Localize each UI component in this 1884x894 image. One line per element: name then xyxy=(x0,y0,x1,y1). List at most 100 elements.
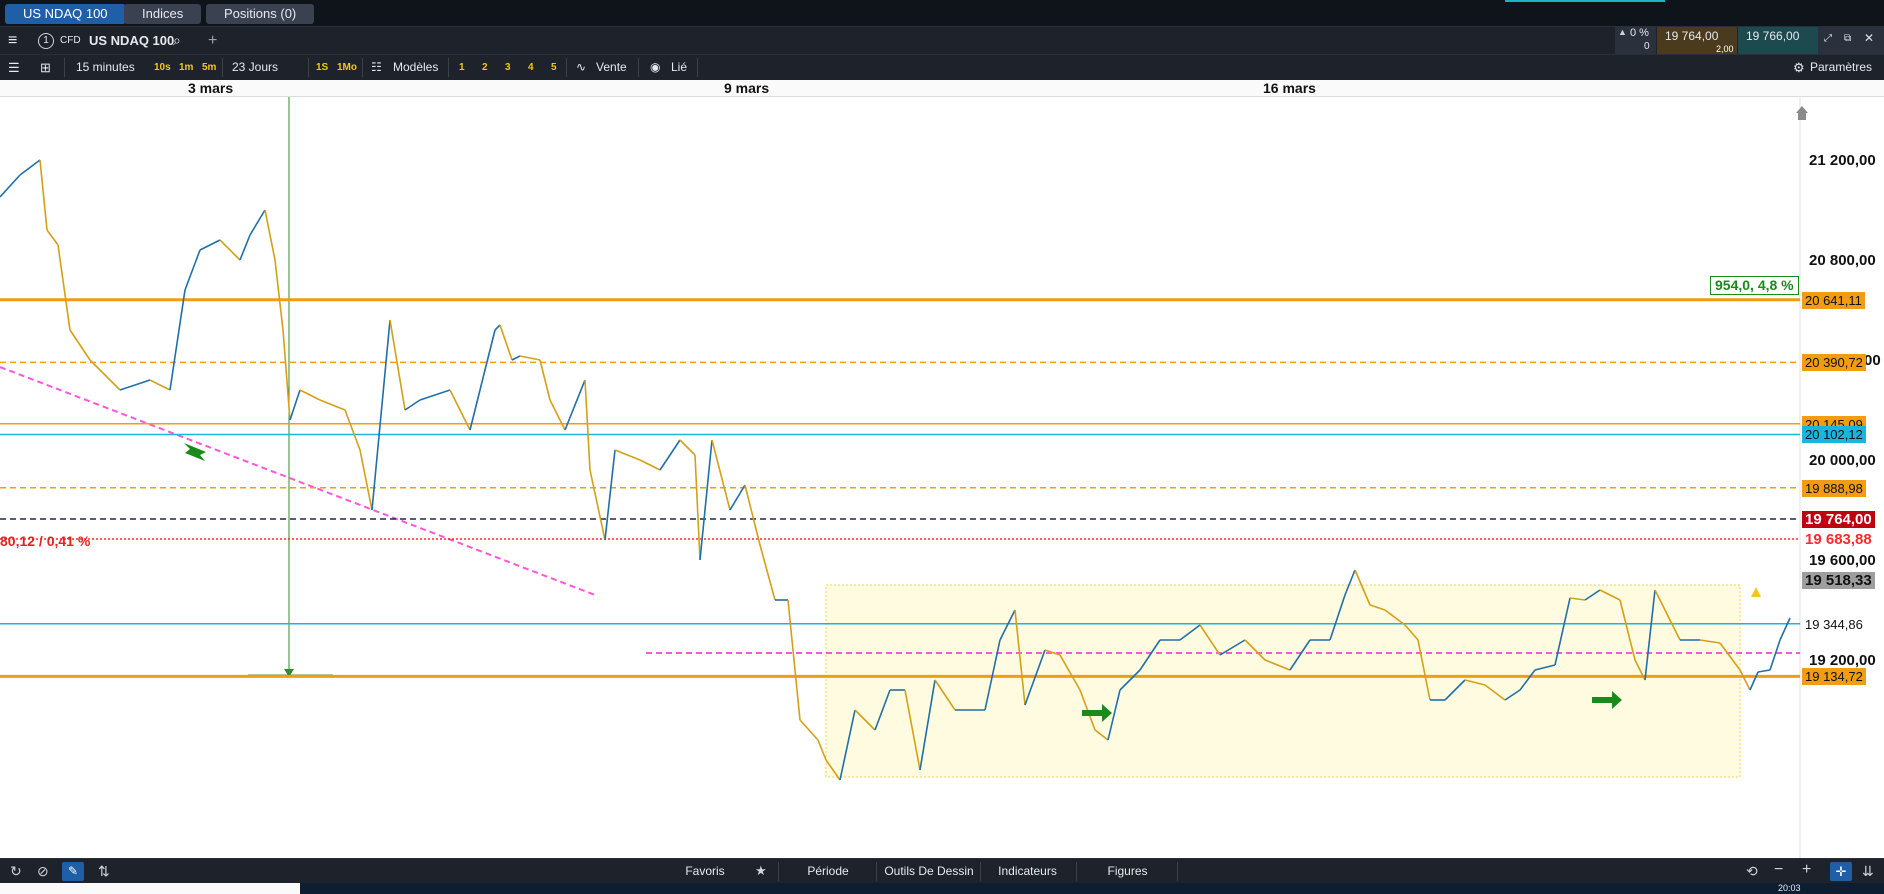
price-segment xyxy=(149,379,171,391)
block-icon[interactable]: ⊘ xyxy=(37,863,49,880)
price-segment xyxy=(549,399,566,431)
settings-button[interactable]: Paramètres xyxy=(1810,55,1872,80)
search-icon[interactable]: ⌕ xyxy=(173,27,181,54)
tab-positions[interactable]: Positions (0) xyxy=(206,4,315,24)
close-icon[interactable]: ✕ xyxy=(1864,31,1874,45)
instrument-bar: ≡ 1 CFD US NDAQ 100 ⌕ + ▲ 0 % 0 19 764,0… xyxy=(0,27,1884,55)
price-segment xyxy=(699,439,713,561)
date-axis: 3 mars 9 mars 16 mars xyxy=(0,80,1884,97)
expand-icon[interactable]: ⤢ xyxy=(1824,33,1832,44)
measure-label[interactable]: 954,0, 4,8 % xyxy=(1710,276,1799,295)
preset-1[interactable]: 1 xyxy=(459,55,465,80)
linked-button[interactable]: Lié xyxy=(671,55,687,80)
y-tick-label: 20 800,00 xyxy=(1809,252,1876,269)
trend-line[interactable] xyxy=(0,366,596,596)
add-icon[interactable]: + xyxy=(208,27,217,54)
drawing-tools-button[interactable]: Outils De Dessin xyxy=(880,859,978,884)
wave-icon: ∿ xyxy=(576,60,587,74)
price-segment xyxy=(219,239,241,261)
interval-1mo[interactable]: 1Mo xyxy=(337,55,357,80)
interval-select[interactable]: 15 minutes xyxy=(76,55,135,80)
list-icon[interactable]: ☰ xyxy=(8,55,20,80)
sell-mode-button[interactable]: Vente xyxy=(596,55,627,80)
figures-button[interactable]: Figures xyxy=(1085,859,1170,884)
price-segment xyxy=(419,389,451,401)
price-segment xyxy=(404,399,421,411)
price-segment xyxy=(289,389,301,421)
indicators-button[interactable]: Indicateurs xyxy=(985,859,1070,884)
interval-5m[interactable]: 5m xyxy=(202,55,216,80)
price-segment xyxy=(0,174,21,198)
price-segment xyxy=(604,449,616,541)
interval-1m[interactable]: 1m xyxy=(179,55,193,80)
price-segment xyxy=(511,355,521,361)
change-box: ▲ 0 % 0 xyxy=(1615,27,1656,54)
sell-price: 19 764,00 xyxy=(1665,29,1719,43)
period-button[interactable]: Période xyxy=(788,859,868,884)
price-segment xyxy=(679,439,696,456)
bottom-bar: ↻ ⊘ ✎ ⇅ Favoris ★ Période Outils De Dess… xyxy=(0,858,1884,884)
buy-price-button[interactable]: 19 766,00 xyxy=(1738,27,1818,54)
info-icon[interactable]: 1 xyxy=(38,33,54,49)
templates-icon[interactable]: ☷ xyxy=(371,55,382,80)
price-level-label: 19 344,86 xyxy=(1802,615,1866,633)
buy-price: 19 766,00 xyxy=(1746,29,1800,43)
refresh-icon[interactable]: ↻ xyxy=(10,863,22,880)
price-segment xyxy=(1769,639,1781,671)
interval-10s[interactable]: 10s xyxy=(154,55,171,80)
range-box[interactable] xyxy=(825,584,1741,778)
minus-icon[interactable]: − xyxy=(1774,861,1783,879)
price-chart[interactable]: 21 200,00 20 800,00 20 000,00 19 600,00 … xyxy=(0,97,1884,858)
os-taskbar: 20:03 xyxy=(0,883,1884,894)
eye-icon[interactable]: ◉ xyxy=(650,55,660,80)
price-segment xyxy=(817,739,827,761)
sort-icon[interactable]: ⇅ xyxy=(98,863,110,880)
chart-canvas[interactable] xyxy=(0,97,1884,858)
price-segment xyxy=(539,359,551,401)
price-segment xyxy=(787,599,801,721)
price-segment xyxy=(759,544,776,601)
window-controls: ⤢ ⧉ ✕ xyxy=(1818,27,1884,54)
price-segment xyxy=(39,159,48,231)
taskbar-search-field[interactable] xyxy=(0,883,300,894)
star-icon[interactable]: ★ xyxy=(755,863,767,879)
preset-2[interactable]: 2 xyxy=(482,55,488,80)
price-segment xyxy=(319,399,346,411)
preset-4[interactable]: 4 xyxy=(528,55,534,80)
y-tick-label: 19 600,00 xyxy=(1809,552,1876,569)
gear-icon[interactable]: ⚙ xyxy=(1793,55,1805,80)
templates-button[interactable]: Modèles xyxy=(393,55,438,80)
price-segment xyxy=(564,379,586,431)
taskbar-clock: 20:03 xyxy=(1778,883,1801,893)
range-select[interactable]: 23 Jours xyxy=(232,55,278,80)
price-segment xyxy=(169,289,186,391)
preset-5[interactable]: 5 xyxy=(551,55,557,80)
price-segment xyxy=(199,239,221,251)
home-icon[interactable] xyxy=(1796,106,1808,120)
collapse-icon[interactable]: ⇊ xyxy=(1862,863,1874,880)
price-level-label: 19 134,72 xyxy=(1802,668,1866,686)
price-segment xyxy=(711,439,731,511)
favorites-button[interactable]: Favoris xyxy=(665,859,745,884)
date-label: 16 mars xyxy=(1263,80,1316,96)
popout-icon[interactable]: ⧉ xyxy=(1844,33,1851,44)
price-segment xyxy=(57,244,71,331)
tab-us-ndaq-100[interactable]: US NDAQ 100 xyxy=(5,4,126,24)
crosshair-icon[interactable]: ✛ xyxy=(1830,862,1852,881)
menu-icon[interactable]: ≡ xyxy=(8,27,17,54)
plus-icon[interactable]: + xyxy=(1802,861,1811,879)
tab-indices[interactable]: Indices xyxy=(124,4,202,24)
instrument-name[interactable]: US NDAQ 100 xyxy=(89,27,174,54)
price-segment xyxy=(344,409,361,451)
top-tab-bar: US NDAQ 100 Indices Positions (0) xyxy=(0,0,1884,27)
draw-tool-icon[interactable]: ⟲ xyxy=(1746,863,1758,880)
interval-1s[interactable]: 1S xyxy=(316,55,328,80)
price-segment xyxy=(119,379,151,391)
price-segment xyxy=(694,454,701,561)
date-label: 3 mars xyxy=(188,80,234,96)
pencil-icon[interactable]: ✎ xyxy=(62,862,84,881)
layout-icon[interactable]: ⊞ xyxy=(40,55,51,80)
preset-3[interactable]: 3 xyxy=(505,55,511,80)
price-segment xyxy=(46,229,59,246)
price-segment xyxy=(299,389,321,401)
